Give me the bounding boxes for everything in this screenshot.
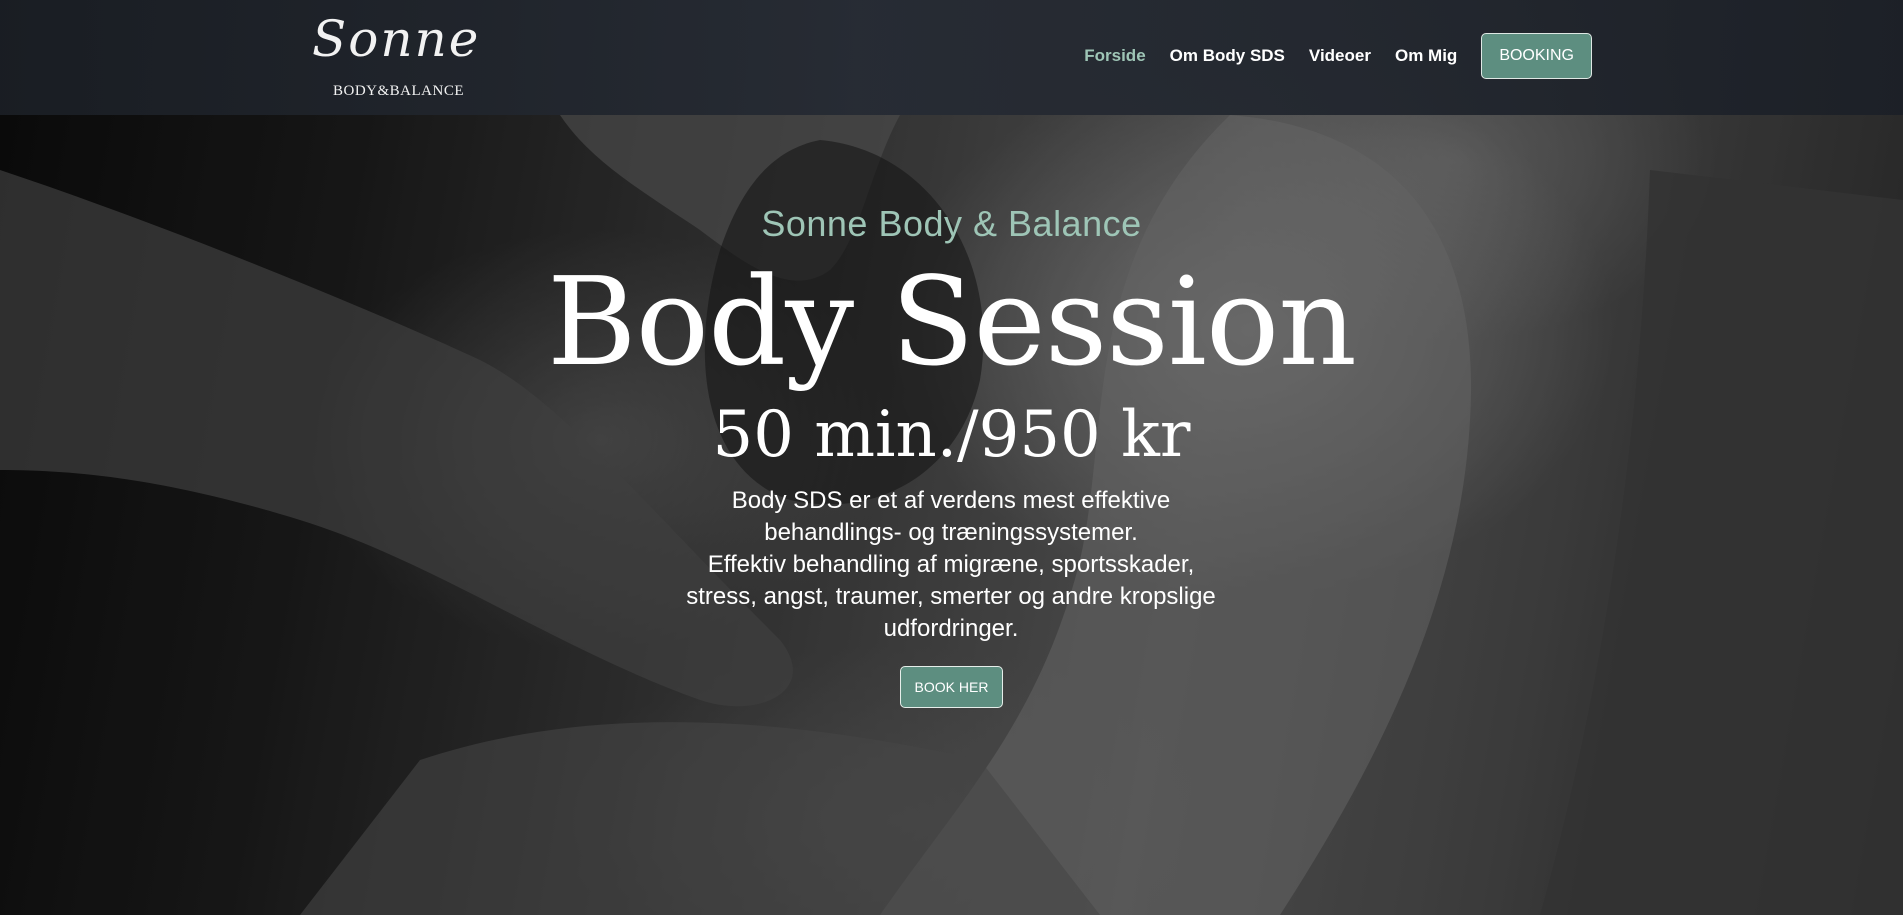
description-line: Body SDS er et af verdens mest effektive [731, 487, 1171, 514]
hero-description: Body SDS er et af verdens mest effektive… [651, 485, 1251, 645]
nav-item-om-body-sds[interactable]: Om Body SDS [1170, 46, 1285, 66]
nav-item-videoer[interactable]: Videoer [1309, 46, 1371, 66]
description-line: udfordringer. [883, 615, 1019, 642]
book-her-button[interactable]: BOOK HER [900, 666, 1003, 708]
description-line: behandlings- og træningssystemer. [764, 519, 1138, 546]
description-line: stress, angst, traumer, smerter og andre… [686, 583, 1216, 610]
booking-button[interactable]: BOOKING [1481, 33, 1592, 79]
hero-eyebrow: Sonne Body & Balance [761, 203, 1142, 244]
description-line: Effektiv behandling af migræne, sportssk… [707, 551, 1195, 578]
hero-price: 50 min./950 kr [712, 398, 1191, 472]
site-header: Sonne BODY&BALANCE Forside Om Body SDS V… [0, 0, 1903, 115]
main-nav: Forside Om Body SDS Videoer Om Mig BOOKI… [1084, 33, 1592, 79]
nav-item-forside[interactable]: Forside [1084, 46, 1145, 66]
page: Sonne BODY&BALANCE Forside Om Body SDS V… [0, 0, 1903, 915]
nav-item-om-mig[interactable]: Om Mig [1395, 46, 1457, 66]
logo-subtitle: BODY&BALANCE [333, 83, 465, 99]
logo[interactable]: Sonne BODY&BALANCE [308, 10, 478, 105]
logo-script-text: Sonne [312, 10, 481, 68]
hero-headline: Body Session [547, 251, 1357, 393]
